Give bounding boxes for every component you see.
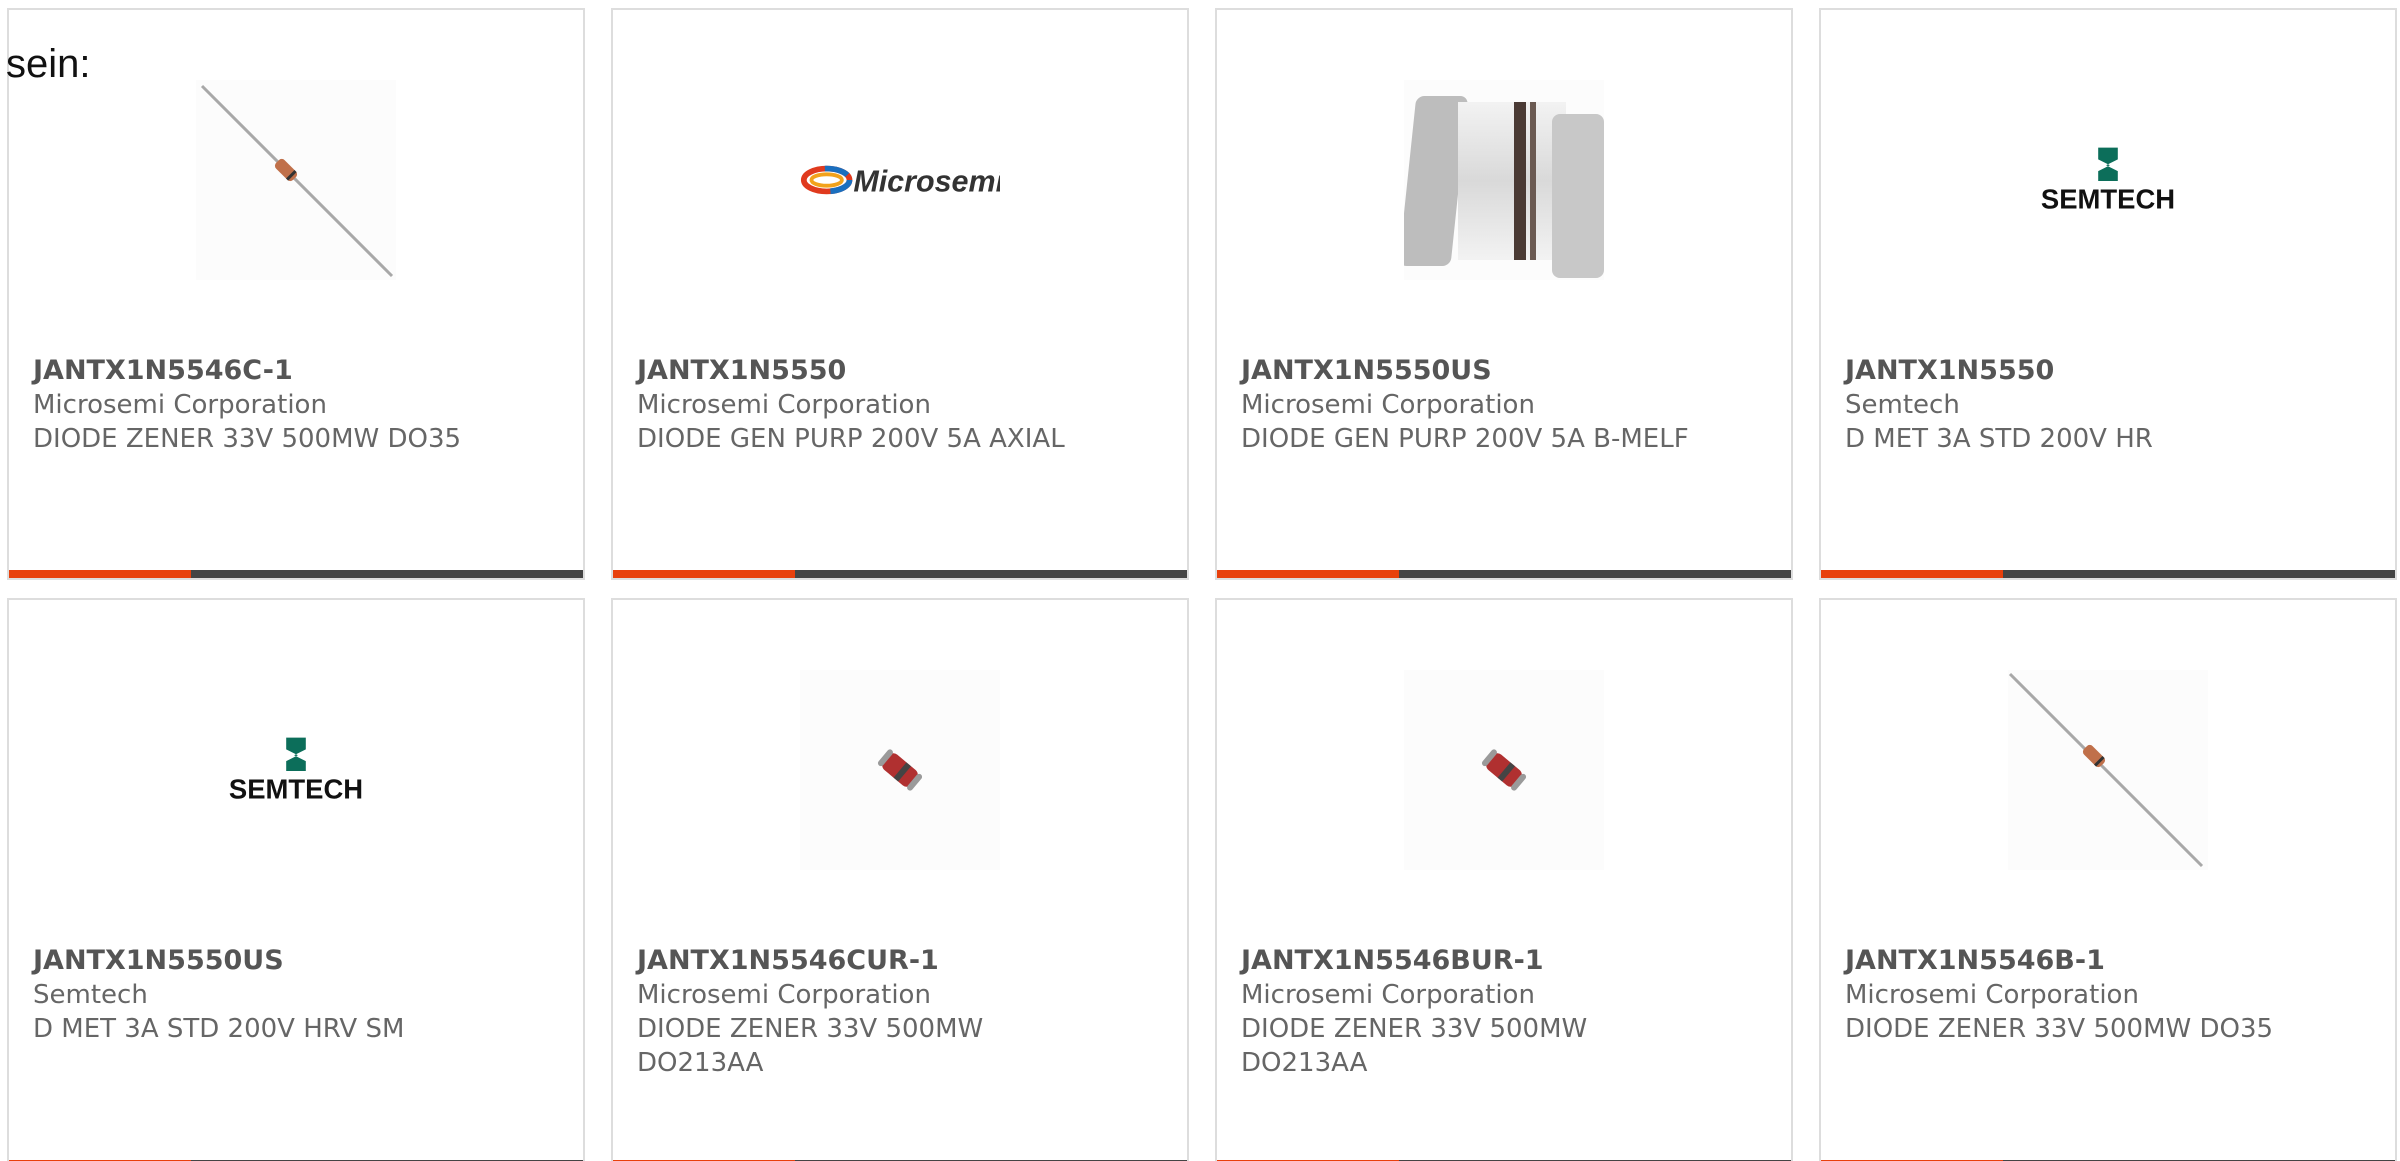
product-card[interactable]: JANTX1N5546C-1 Microsemi Corporation DIO… bbox=[7, 8, 585, 580]
card-bar-accent bbox=[613, 570, 795, 578]
part-number[interactable]: JANTX1N5546C-1 bbox=[33, 354, 503, 388]
product-image[interactable]: SEMTECH bbox=[2008, 80, 2208, 280]
product-info: JANTX1N5550US Microsemi Corporation DIOD… bbox=[1241, 354, 1711, 456]
microsemi-logo-icon: Microsemi bbox=[800, 164, 1000, 198]
product-image[interactable]: Microsemi bbox=[800, 80, 1000, 280]
melf-diode-icon bbox=[877, 749, 923, 791]
product-card[interactable]: SEMTECH JANTX1N5550US Semtech D MET 3A S… bbox=[7, 598, 585, 1161]
product-grid: JANTX1N5546C-1 Microsemi Corporation DIO… bbox=[0, 0, 2400, 1161]
part-number[interactable]: JANTX1N5550 bbox=[1845, 354, 2315, 388]
card-bar-accent bbox=[9, 570, 191, 578]
description: DIODE GEN PURP 200V 5A AXIAL bbox=[637, 424, 1065, 454]
semtech-logo-icon: SEMTECH bbox=[229, 737, 363, 804]
bmelf-diode-icon bbox=[1404, 96, 1604, 278]
product-card[interactable]: Microsemi JANTX1N5550 Microsemi Corporat… bbox=[611, 8, 1189, 580]
description: DIODE ZENER 33V 500MW DO213AA bbox=[1241, 1014, 1588, 1078]
product-image[interactable]: SEMTECH bbox=[196, 670, 396, 870]
product-card[interactable]: JANTX1N5546CUR-1 Microsemi Corporation D… bbox=[611, 598, 1189, 1161]
product-info: JANTX1N5546BUR-1 Microsemi Corporation D… bbox=[1241, 944, 1711, 1080]
manufacturer: Microsemi Corporation bbox=[1241, 390, 1535, 420]
product-info: JANTX1N5550US Semtech D MET 3A STD 200V … bbox=[33, 944, 503, 1046]
card-bar bbox=[1821, 570, 2395, 578]
manufacturer: Microsemi Corporation bbox=[33, 390, 327, 420]
manufacturer: Microsemi Corporation bbox=[1241, 980, 1535, 1010]
part-number[interactable]: JANTX1N5546BUR-1 bbox=[1241, 944, 1711, 978]
axial-diode-icon bbox=[2008, 672, 2204, 868]
card-bar bbox=[1217, 570, 1791, 578]
card-bar-accent bbox=[1821, 570, 2003, 578]
svg-text:Microsemi: Microsemi bbox=[853, 164, 1000, 198]
part-number[interactable]: JANTX1N5546CUR-1 bbox=[637, 944, 1107, 978]
product-image[interactable] bbox=[196, 80, 396, 280]
product-card[interactable]: JANTX1N5546B-1 Microsemi Corporation DIO… bbox=[1819, 598, 2397, 1161]
manufacturer: Semtech bbox=[1845, 390, 1960, 420]
description: DIODE GEN PURP 200V 5A B-MELF bbox=[1241, 424, 1689, 454]
product-image[interactable] bbox=[1404, 80, 1604, 280]
product-image[interactable] bbox=[2008, 670, 2208, 870]
product-info: JANTX1N5546C-1 Microsemi Corporation DIO… bbox=[33, 354, 503, 456]
melf-diode-icon bbox=[1481, 749, 1527, 791]
part-number[interactable]: JANTX1N5550US bbox=[1241, 354, 1711, 388]
manufacturer: Microsemi Corporation bbox=[637, 390, 931, 420]
description: D MET 3A STD 200V HR bbox=[1845, 424, 2153, 454]
product-info: JANTX1N5546CUR-1 Microsemi Corporation D… bbox=[637, 944, 1107, 1080]
description: DIODE ZENER 33V 500MW DO35 bbox=[1845, 1014, 2274, 1044]
card-bar-accent bbox=[1217, 570, 1399, 578]
product-image[interactable] bbox=[1404, 670, 1604, 870]
part-number[interactable]: JANTX1N5550US bbox=[33, 944, 503, 978]
product-image[interactable] bbox=[800, 670, 1000, 870]
description: DIODE ZENER 33V 500MW DO213AA bbox=[637, 1014, 984, 1078]
product-info: JANTX1N5550 Microsemi Corporation DIODE … bbox=[637, 354, 1107, 456]
manufacturer: Microsemi Corporation bbox=[637, 980, 931, 1010]
product-card[interactable]: SEMTECH JANTX1N5550 Semtech D MET 3A STD… bbox=[1819, 8, 2397, 580]
svg-text:SEMTECH: SEMTECH bbox=[229, 773, 363, 804]
product-card[interactable]: JANTX1N5546BUR-1 Microsemi Corporation D… bbox=[1215, 598, 1793, 1161]
product-info: JANTX1N5546B-1 Microsemi Corporation DIO… bbox=[1845, 944, 2315, 1046]
description: D MET 3A STD 200V HRV SM bbox=[33, 1014, 405, 1044]
card-bar bbox=[613, 570, 1187, 578]
manufacturer: Microsemi Corporation bbox=[1845, 980, 2139, 1010]
description: DIODE ZENER 33V 500MW DO35 bbox=[33, 424, 462, 454]
intro-text: sein: bbox=[6, 42, 91, 86]
manufacturer: Semtech bbox=[33, 980, 148, 1010]
product-card[interactable]: JANTX1N5550US Microsemi Corporation DIOD… bbox=[1215, 8, 1793, 580]
svg-text:SEMTECH: SEMTECH bbox=[2041, 183, 2175, 214]
product-info: JANTX1N5550 Semtech D MET 3A STD 200V HR bbox=[1845, 354, 2315, 456]
card-bar bbox=[9, 570, 583, 578]
axial-diode-icon bbox=[200, 84, 394, 278]
semtech-logo-icon: SEMTECH bbox=[2041, 147, 2175, 214]
part-number[interactable]: JANTX1N5546B-1 bbox=[1845, 944, 2315, 978]
part-number[interactable]: JANTX1N5550 bbox=[637, 354, 1107, 388]
